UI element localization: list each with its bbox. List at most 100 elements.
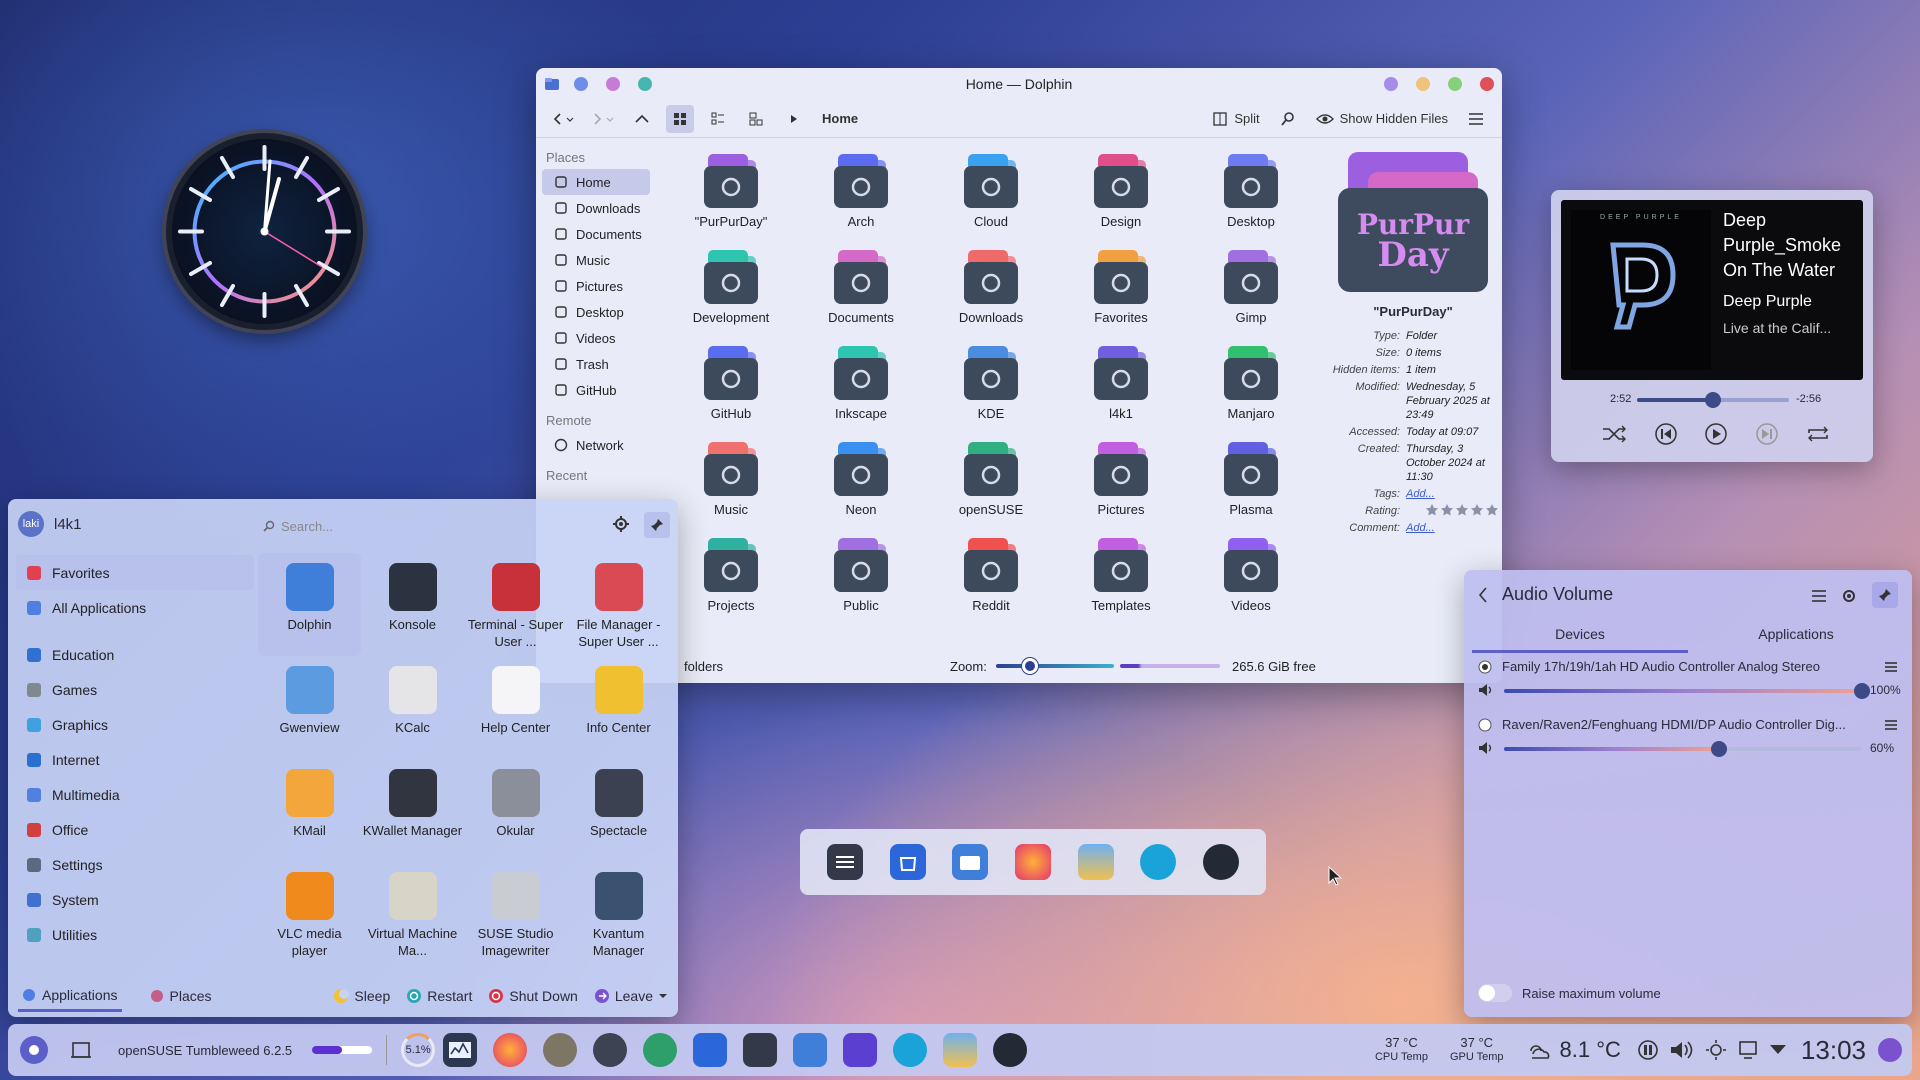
folder-reddit[interactable]: Reddit <box>926 536 1056 624</box>
app-konsole[interactable]: Konsole <box>361 553 464 656</box>
sleep-button[interactable]: Sleep <box>333 988 390 1004</box>
firefox-icon[interactable] <box>493 1033 528 1067</box>
folder-pictures[interactable]: Pictures <box>1056 440 1186 528</box>
category-utilities[interactable]: Utilities <box>16 917 254 952</box>
folder-public[interactable]: Public <box>796 536 926 624</box>
app-file-manager-super-user[interactable]: File Manager - Super User ... <box>567 553 670 656</box>
keep-above-icon[interactable] <box>574 77 588 91</box>
settings-button[interactable] <box>612 515 630 533</box>
settings-icon[interactable] <box>743 1033 778 1067</box>
category-internet[interactable]: Internet <box>16 742 254 777</box>
device-menu-icon[interactable] <box>1884 661 1898 673</box>
folder-purpurday[interactable]: "PurPurDay" <box>666 152 796 240</box>
app-okular[interactable]: Okular <box>464 759 567 862</box>
category-settings[interactable]: Settings <box>16 847 254 882</box>
place-trash[interactable]: Trash <box>542 351 650 377</box>
audio-volume-widget[interactable]: Audio Volume Devices Applications Family… <box>1464 570 1912 1017</box>
shade-icon[interactable] <box>638 77 652 91</box>
place-home[interactable]: Home <box>542 169 650 195</box>
folder-development[interactable]: Development <box>666 248 796 336</box>
raise-volume-toggle[interactable] <box>1478 984 1512 1002</box>
place-network[interactable]: Network <box>542 432 650 458</box>
category-education[interactable]: Education <box>16 637 254 672</box>
app-terminal-super-user[interactable]: Terminal - Super User ... <box>464 553 567 656</box>
place-documents[interactable]: Documents <box>542 221 650 247</box>
place-downloads[interactable]: Downloads <box>542 195 650 221</box>
pager-icon[interactable] <box>64 1033 98 1067</box>
play-button[interactable] <box>1704 422 1728 446</box>
compact-view-button[interactable] <box>704 105 732 133</box>
folder-neon[interactable]: Neon <box>796 440 926 528</box>
breadcrumb-home[interactable]: Home <box>818 105 862 133</box>
inkscape-icon[interactable] <box>593 1033 628 1067</box>
up-button[interactable] <box>628 105 656 133</box>
audio-settings-button[interactable] <box>1840 587 1858 605</box>
rating-stars[interactable] <box>1426 504 1502 518</box>
next-button[interactable] <box>1755 422 1779 446</box>
category-favorites[interactable]: Favorites <box>16 555 254 590</box>
media-player[interactable]: DEEP PURPLE Deep Purple_Smoke On The Wat… <box>1551 190 1873 462</box>
audio-pin-button[interactable] <box>1872 582 1898 608</box>
pause-icon[interactable] <box>1637 1039 1659 1061</box>
app-vlc-media-player[interactable]: VLC media player <box>258 862 361 965</box>
app-info-center[interactable]: Info Center <box>567 656 670 759</box>
tab-places[interactable]: Places <box>150 988 212 1004</box>
volume-icon[interactable] <box>1669 1039 1695 1061</box>
folder-inkscape[interactable]: Inkscape <box>796 344 926 432</box>
device-radio[interactable] <box>1478 660 1492 674</box>
folder-favorites[interactable]: Favorites <box>1056 248 1186 336</box>
back-button[interactable] <box>548 105 578 133</box>
restart-button[interactable]: Restart <box>406 988 472 1004</box>
app-kvantum-manager[interactable]: Kvantum Manager <box>567 862 670 965</box>
sysmonitor-icon[interactable] <box>443 1033 478 1067</box>
info-add-link[interactable]: Add... <box>1406 521 1502 535</box>
device-menu-icon[interactable] <box>1884 719 1898 731</box>
chevron-left-icon[interactable] <box>1478 586 1488 603</box>
folder-documents[interactable]: Documents <box>796 248 926 336</box>
elisa-icon[interactable] <box>993 1033 1028 1067</box>
app-gwenview[interactable]: Gwenview <box>258 656 361 759</box>
info-add-link[interactable]: Add... <box>1406 487 1502 501</box>
dolphin-titlebar[interactable]: Home — Dolphin <box>536 68 1502 100</box>
seek-slider[interactable] <box>1637 392 1789 408</box>
folder-cloud[interactable]: Cloud <box>926 152 1056 240</box>
shuffle-button[interactable] <box>1601 425 1627 443</box>
folder-opensuse[interactable]: openSUSE <box>926 440 1056 528</box>
minimize-icon[interactable] <box>1416 77 1430 91</box>
place-github[interactable]: GitHub <box>542 377 650 403</box>
launcher-button-icon[interactable] <box>20 1036 48 1064</box>
folder-l4k1[interactable]: l4k1 <box>1056 344 1186 432</box>
category-multimedia[interactable]: Multimedia <box>16 777 254 812</box>
network-icon[interactable] <box>1737 1040 1759 1060</box>
discover-icon[interactable] <box>693 1033 728 1067</box>
audio-menu-button[interactable] <box>1811 589 1827 603</box>
sticky-icon[interactable] <box>606 77 620 91</box>
gwenview-icon[interactable] <box>943 1033 978 1067</box>
category-all-applications[interactable]: All Applications <box>16 590 254 625</box>
maximize-icon[interactable] <box>1448 77 1462 91</box>
folder-kde[interactable]: KDE <box>926 344 1056 432</box>
search-input[interactable]: Search... <box>263 514 603 538</box>
volume-knob[interactable] <box>1854 683 1870 699</box>
app-launcher[interactable]: laki l4k1 Search... Favorites All Applica… <box>8 499 678 1017</box>
dock-gwenview-icon[interactable] <box>1077 844 1114 880</box>
folder-manjaro[interactable]: Manjaro <box>1186 344 1316 432</box>
details-view-button[interactable] <box>742 105 770 133</box>
app-help-center[interactable]: Help Center <box>464 656 567 759</box>
folder-plasma[interactable]: Plasma <box>1186 440 1316 528</box>
show-hidden-button[interactable]: Show Hidden Files <box>1312 105 1452 133</box>
icons-view-button[interactable] <box>666 104 694 133</box>
app-dolphin[interactable]: Dolphin <box>258 553 361 656</box>
dock-settings-icon[interactable] <box>827 844 864 880</box>
folder-gimp[interactable]: Gimp <box>1186 248 1316 336</box>
folder-music[interactable]: Music <box>666 440 796 528</box>
shutdown-button[interactable]: Shut Down <box>488 988 578 1004</box>
speaker-icon[interactable] <box>1478 683 1494 697</box>
app-kwallet-manager[interactable]: KWallet Manager <box>361 759 464 862</box>
folder-arch[interactable]: Arch <box>796 152 926 240</box>
dock-discover-icon[interactable] <box>889 844 926 880</box>
forward-button[interactable] <box>588 105 618 133</box>
speaker-icon[interactable] <box>1478 741 1494 755</box>
folder-desktop[interactable]: Desktop <box>1186 152 1316 240</box>
kdeconnect-icon[interactable] <box>893 1033 928 1067</box>
